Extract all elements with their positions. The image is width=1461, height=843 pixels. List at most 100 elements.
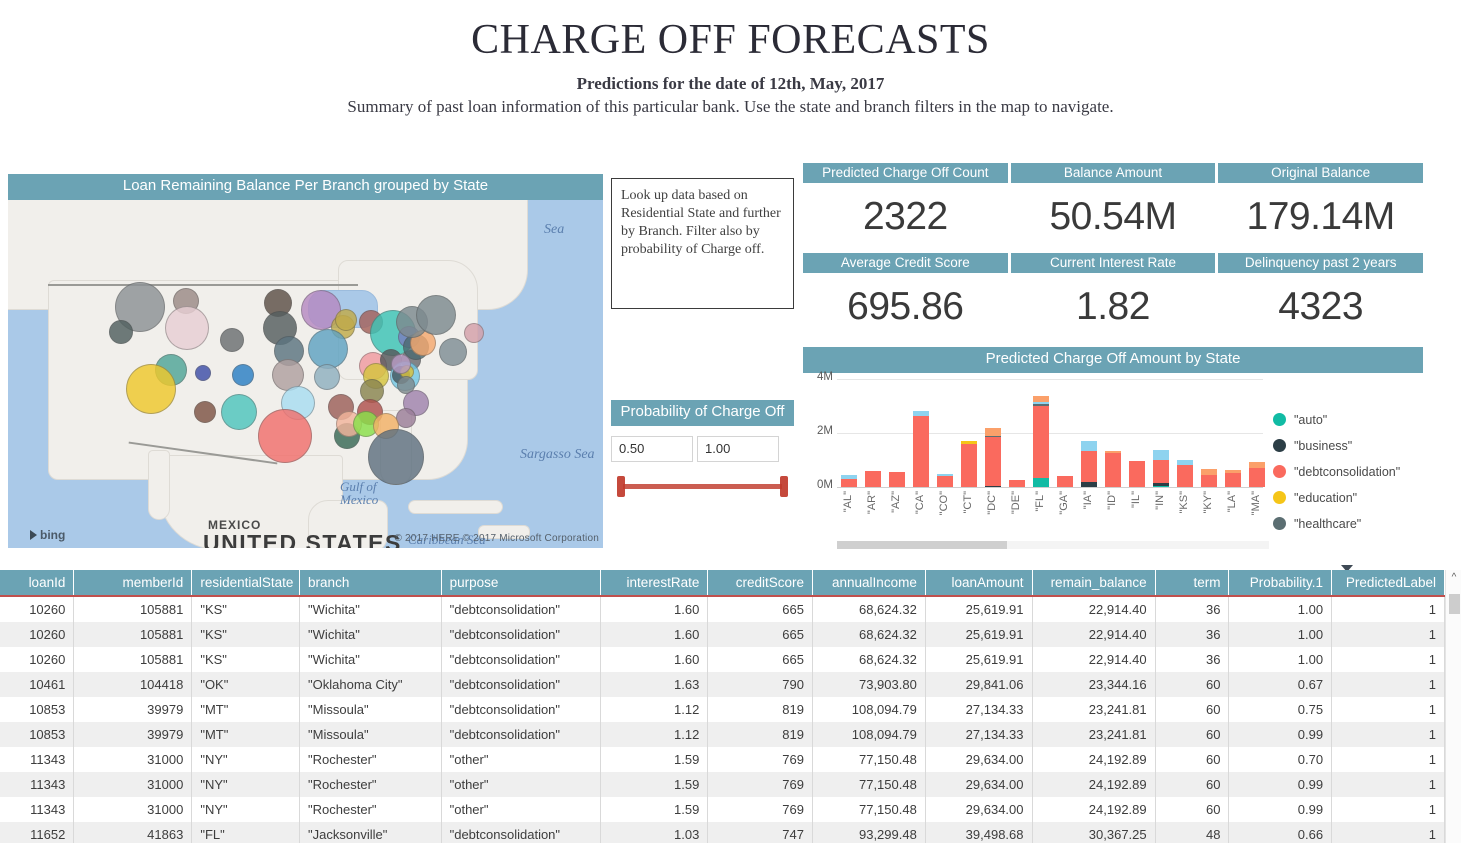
probability-max-input[interactable]: 1.00: [697, 435, 779, 462]
map-bubble[interactable]: [221, 393, 257, 430]
map-bubble[interactable]: [335, 308, 357, 331]
map-bubble[interactable]: [232, 363, 254, 386]
map-bubble[interactable]: [165, 305, 209, 350]
chart-legend-item[interactable]: "business": [1273, 439, 1423, 453]
table-column-header-annualIncome[interactable]: annualIncome: [812, 570, 926, 597]
table-row[interactable]: 10853 39979 "MT" "Missoula" "debtconsolidati…: [0, 697, 1445, 722]
map-bubble[interactable]: [126, 363, 176, 414]
chart-bar[interactable]: [1153, 450, 1169, 487]
table-row[interactable]: 11343 31000 "NY" "Rochester" "other" 1.59 769 7…: [0, 747, 1445, 772]
chart-bar-segment: [985, 437, 1001, 486]
map-panel[interactable]: Loan Remaining Balance Per Branch groupe…: [8, 174, 603, 549]
chart-horizontal-scrollbar[interactable]: [837, 540, 1269, 549]
chart-bar[interactable]: [1105, 450, 1121, 487]
table-row[interactable]: 10260 105881 "KS" "Wichita" "debtconsolidati…: [0, 647, 1445, 672]
chart-bar[interactable]: [913, 410, 929, 487]
chart-bar[interactable]: [1177, 460, 1193, 487]
table-column-header-branch[interactable]: branch: [299, 570, 442, 597]
table-column-header-memberId[interactable]: memberId: [73, 570, 193, 597]
scrollbar-thumb[interactable]: [1449, 594, 1460, 614]
table-column-header-predictedLabel[interactable]: PredictedLabel: [1331, 570, 1445, 597]
map-bubble[interactable]: [308, 328, 348, 369]
map-bubble[interactable]: [368, 428, 424, 485]
chart-bar[interactable]: [841, 475, 857, 487]
table-row[interactable]: 11652 41863 "FL" "Jacksonville" "debtconsoli…: [0, 822, 1445, 843]
table-column-header-residentialState[interactable]: residentialState: [191, 570, 301, 597]
scroll-up-icon[interactable]: ^: [1446, 570, 1461, 586]
table-row[interactable]: 10853 39979 "MT" "Missoula" "debtconsolidati…: [0, 722, 1445, 747]
map-bubble[interactable]: [220, 327, 244, 352]
table-cell-loanAmount: 27,134.33: [925, 697, 1033, 722]
charge-off-by-state-chart[interactable]: Predicted Charge Off Amount by State 0M 2…: [803, 347, 1423, 572]
table-cell-memberId: 105881: [73, 622, 193, 647]
chart-bar[interactable]: [1009, 480, 1025, 487]
bing-triangle-icon: [30, 529, 37, 540]
table-body[interactable]: 10260 105881 "KS" "Wichita" "debtconsolidati…: [0, 596, 1445, 843]
chart-bar[interactable]: [865, 471, 881, 487]
table-column-header-probability1[interactable]: Probability.1: [1228, 570, 1333, 597]
table-column-header-remain_balance[interactable]: remain_balance: [1032, 570, 1156, 597]
map-bubble[interactable]: [314, 363, 340, 390]
chart-bars[interactable]: [837, 379, 1269, 487]
chart-scrollbar-thumb[interactable]: [837, 540, 1007, 549]
probability-min-input[interactable]: 0.50: [611, 435, 693, 462]
table-column-header-loanAmount[interactable]: loanAmount: [925, 570, 1033, 597]
slider-handle-right[interactable]: [780, 475, 788, 497]
table-column-header-purpose[interactable]: purpose: [441, 570, 601, 597]
info-text-box: Look up data based on Residential State …: [611, 178, 794, 309]
table-column-header-interestRate[interactable]: interestRate: [600, 570, 709, 597]
chart-bar[interactable]: [1129, 460, 1145, 487]
chart-bar[interactable]: [985, 428, 1001, 487]
chart-bar[interactable]: [1033, 396, 1049, 487]
loan-details-table[interactable]: loanId memberId residentialState branch purp…: [0, 570, 1461, 843]
table-cell-probability1: 1.00: [1228, 622, 1333, 647]
map-bubble[interactable]: [439, 337, 467, 366]
table-cell-loanId: 11343: [0, 772, 75, 797]
chart-legend-item[interactable]: "debtconsolidation": [1273, 465, 1423, 479]
chart-plot-area[interactable]: 0M 2M 4M "AL" "AR" "AZ" "CA" "CO" "CT" "DC" "DE" "…: [803, 371, 1423, 572]
table-column-header-loanId[interactable]: loanId: [0, 570, 75, 597]
chart-bar[interactable]: [961, 441, 977, 487]
map-bubble[interactable]: [416, 294, 456, 335]
chart-legend-item[interactable]: "healthcare": [1273, 517, 1423, 531]
table-column-header-creditScore[interactable]: creditScore: [707, 570, 813, 597]
chart-bar[interactable]: [1057, 475, 1073, 487]
slider-handle-left[interactable]: [617, 475, 625, 497]
chart-bar[interactable]: [1249, 462, 1265, 487]
legend-color-swatch: [1273, 413, 1286, 426]
chart-bar[interactable]: [937, 474, 953, 487]
chart-bar[interactable]: [1081, 440, 1097, 487]
chart-legend[interactable]: "auto" "business" "debtconsolidation" "educ…: [1273, 413, 1423, 543]
table-column-header-term[interactable]: term: [1155, 570, 1230, 597]
kpi-value: 50.54M: [1049, 195, 1177, 238]
table-cell-annualIncome: 77,150.48: [812, 797, 926, 822]
table-cell-predictedLabel: 1: [1331, 596, 1445, 622]
chart-bar[interactable]: [889, 472, 905, 487]
map-bubble[interactable]: [258, 408, 312, 463]
table-row[interactable]: 10461 104418 "OK" "Oklahoma City" "debtconso…: [0, 672, 1445, 697]
map-bubble[interactable]: [391, 353, 411, 374]
probability-slicer[interactable]: Probability of Charge Off 0.50 1.00: [611, 400, 794, 500]
table-row[interactable]: 10260 105881 "KS" "Wichita" "debtconsolidati…: [0, 622, 1445, 647]
chart-legend-item[interactable]: "auto": [1273, 413, 1423, 427]
chart-bar[interactable]: [1225, 470, 1241, 487]
probability-range-slider[interactable]: [615, 475, 790, 498]
map-bubble[interactable]: [464, 322, 484, 343]
table-row[interactable]: 11343 31000 "NY" "Rochester" "other" 1.59 769 7…: [0, 797, 1445, 822]
table-vertical-scrollbar[interactable]: ^ v: [1445, 570, 1461, 843]
chart-bar[interactable]: [1201, 469, 1217, 487]
map-bubble[interactable]: [194, 400, 216, 423]
chart-legend-item[interactable]: "education": [1273, 491, 1423, 505]
map-bubble[interactable]: [195, 364, 211, 381]
map-bubble[interactable]: [396, 407, 416, 428]
chart-y-tick-label: 0M: [817, 478, 833, 491]
table-cell-creditScore: 769: [707, 797, 813, 822]
chart-title: Predicted Charge Off Amount by State: [803, 347, 1423, 373]
table-row[interactable]: 10260 105881 "KS" "Wichita" "debtconsolidati…: [0, 596, 1445, 622]
map-canvas[interactable]: UNITED STATES MEXICO Sea Sargasso Sea Gu…: [8, 199, 603, 548]
table-cell-loanAmount: 29,634.00: [925, 747, 1033, 772]
table-row[interactable]: 11343 31000 "NY" "Rochester" "other" 1.59 769 7…: [0, 772, 1445, 797]
land-cuba: [408, 499, 503, 514]
table-cell-annualIncome: 108,094.79: [812, 697, 926, 722]
map-bubble[interactable]: [109, 319, 133, 344]
